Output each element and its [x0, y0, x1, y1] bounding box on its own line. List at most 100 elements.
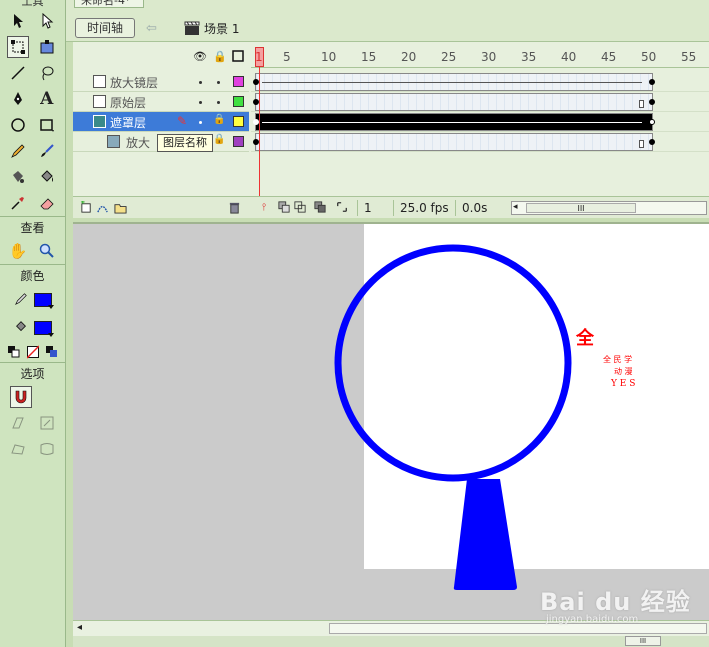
ink-bottle-tool-icon[interactable] [7, 166, 29, 188]
layer-name[interactable]: 放大镜层 [110, 74, 158, 91]
paint-bucket-tool-icon[interactable] [36, 166, 58, 188]
baidu-watermark: Bai du 经验 jingyan.baidu.com [540, 568, 700, 628]
frame-row[interactable] [251, 92, 709, 112]
timeline-footer: ⫯ 1 25.0 fps 0.0s ◂ III [73, 196, 709, 218]
stage-workspace[interactable]: 全 全 民 学 动 漫 Y E S [73, 222, 709, 620]
swap-colors-icon[interactable] [45, 345, 59, 359]
onion-skin-outlines-icon[interactable] [293, 201, 307, 215]
visibility-dot[interactable] [199, 101, 202, 104]
scroll-thumb[interactable]: III [526, 203, 636, 213]
distort-icon[interactable] [7, 438, 29, 460]
scene-clapper-icon [184, 21, 200, 35]
fill-color-icon [14, 320, 28, 337]
oval-tool-icon[interactable] [7, 114, 29, 136]
text-line-1[interactable]: 全 民 学 [603, 354, 632, 364]
layer-page-icon [93, 75, 106, 88]
black-white-icon[interactable] [7, 345, 21, 359]
magnifier-handle[interactable] [453, 479, 517, 590]
current-frame-field[interactable]: 1 [357, 200, 393, 216]
center-frame-icon[interactable]: ⫯ [257, 201, 271, 215]
magnified-char[interactable]: 全 [575, 327, 595, 349]
lock-dot[interactable] [217, 101, 220, 104]
document-tab[interactable]: 未命名-4* [74, 0, 144, 8]
insert-folder-icon[interactable] [113, 201, 127, 215]
layer-row[interactable]: 放大镜层 [73, 72, 249, 92]
lasso-tool-icon[interactable] [36, 62, 58, 84]
layer-row-selected[interactable]: 遮罩层 ✎ 🔒 [73, 112, 249, 132]
modify-onion-markers-icon[interactable] [335, 201, 349, 215]
tween-span-selected[interactable] [253, 113, 655, 131]
magnifier-ring[interactable] [334, 244, 572, 482]
frame-ruler[interactable]: 1 5 10 15 20 25 30 35 40 45 50 55 [251, 46, 709, 68]
add-layer-icon[interactable] [79, 200, 93, 215]
layer-lock-icon[interactable]: 🔒 [213, 114, 225, 125]
scene-label[interactable]: 场景 1 [204, 20, 239, 37]
frame-span[interactable] [253, 133, 655, 151]
frame-span[interactable] [253, 93, 655, 111]
frame-rate-field[interactable]: 25.0 fps [393, 200, 455, 216]
mini-scroll-thumb[interactable]: III [625, 636, 661, 646]
no-color-icon[interactable] [26, 345, 40, 359]
selection-tool-icon[interactable] [7, 10, 29, 32]
rectangle-tool-icon[interactable] [36, 114, 58, 136]
ruler-number: 20 [401, 50, 417, 64]
frame-row[interactable] [251, 132, 709, 152]
visibility-dot[interactable] [199, 81, 202, 84]
visibility-dot[interactable] [199, 121, 202, 124]
layer-page-icon [93, 95, 106, 108]
scroll-left-arrow-icon[interactable]: ◂ [513, 202, 518, 212]
layer-lock-icon[interactable]: 🔒 [213, 134, 225, 145]
watermark-url: jingyan.baidu.com [546, 614, 639, 625]
layer-color-swatch[interactable] [233, 116, 244, 127]
ruler-number: 35 [521, 50, 537, 64]
subselection-tool-icon[interactable] [36, 10, 58, 32]
scale-icon[interactable] [36, 412, 58, 434]
tools-panel: 工具 A 查看 ✋ 颜色 选项 [0, 0, 66, 647]
text-line-3[interactable]: Y E S [610, 379, 635, 389]
pen-tool-icon[interactable] [7, 88, 29, 110]
layer-name[interactable]: 原始层 [110, 94, 146, 111]
zoom-tool-icon[interactable] [36, 240, 58, 262]
layer-color-swatch[interactable] [233, 76, 244, 87]
gradient-transform-tool-icon[interactable] [36, 36, 58, 58]
lock-icon[interactable]: 🔒 [213, 50, 227, 64]
frames-area[interactable]: 1 5 10 15 20 25 30 35 40 45 50 55 [251, 46, 709, 200]
fill-color-swatch[interactable] [33, 321, 54, 337]
add-motion-guide-icon[interactable] [95, 201, 109, 215]
layer-name[interactable]: 遮罩层 [110, 114, 146, 131]
layer-row[interactable]: 原始层 [73, 92, 249, 112]
rotate-skew-icon[interactable] [7, 412, 29, 434]
eyedropper-tool-icon[interactable] [7, 192, 29, 214]
layer-color-swatch[interactable] [233, 136, 244, 147]
stroke-color-swatch[interactable] [33, 293, 54, 309]
timeline-toggle-button[interactable]: 时间轴 [75, 18, 135, 38]
frame-row[interactable] [251, 72, 709, 92]
brush-tool-icon[interactable] [36, 140, 58, 162]
text-line-2[interactable]: 动 漫 [614, 366, 633, 376]
back-arrow-icon[interactable]: ⇦ [146, 21, 157, 36]
layer-color-swatch[interactable] [233, 96, 244, 107]
envelope-icon[interactable] [36, 438, 58, 460]
frame-row-selected[interactable] [251, 112, 709, 132]
scroll-left-arrow-icon[interactable]: ◂ [77, 622, 82, 633]
pencil-tool-icon[interactable] [7, 140, 29, 162]
snap-magnet-icon[interactable] [10, 386, 32, 408]
text-tool-icon[interactable]: A [36, 88, 58, 110]
hand-tool-icon[interactable]: ✋ [7, 240, 29, 262]
timeline-horizontal-scrollbar[interactable]: ◂ III [511, 201, 707, 215]
eraser-tool-icon[interactable] [36, 192, 58, 214]
stage-artwork[interactable]: 全 全 民 学 动 漫 Y E S [73, 224, 709, 622]
line-tool-icon[interactable] [7, 62, 29, 84]
tooltip: 图层名称 [157, 134, 213, 152]
color-section-label: 颜色 [0, 264, 65, 286]
onion-skin-icon[interactable] [277, 201, 291, 215]
tween-span[interactable] [253, 73, 655, 91]
free-transform-tool-icon[interactable] [7, 36, 30, 58]
eye-icon[interactable]: 👁 [193, 50, 207, 64]
pencil-crossed-icon: ✎ [177, 114, 188, 128]
delete-layer-icon[interactable] [227, 201, 241, 215]
outline-icon[interactable] [231, 50, 245, 64]
edit-multiple-frames-icon[interactable] [313, 201, 327, 215]
lock-dot[interactable] [217, 81, 220, 84]
layer-name[interactable]: 放大 [126, 134, 150, 151]
